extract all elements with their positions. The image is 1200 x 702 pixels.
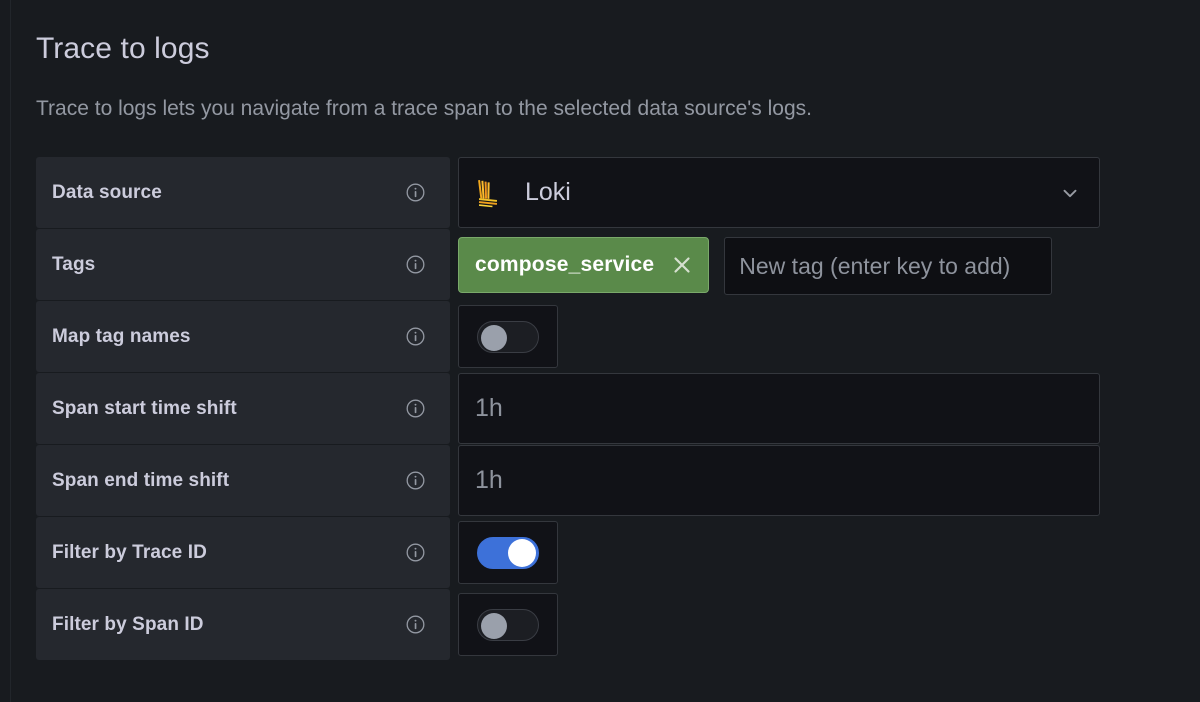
settings-form: Data source Loki Tags compose_service Ne… xyxy=(36,157,1166,660)
info-circle-icon[interactable] xyxy=(405,542,426,563)
toggle-knob xyxy=(481,324,507,351)
row-data-source: Data source Loki xyxy=(36,157,1166,228)
field-span-start-time-shift xyxy=(458,373,1166,444)
toggle-track xyxy=(477,536,539,569)
field-span-end-time-shift xyxy=(458,445,1166,516)
trace-to-logs-settings-page: Trace to logs Trace to logs lets you nav… xyxy=(0,0,1200,702)
label-filter-by-span-id: Filter by Span ID xyxy=(36,589,450,660)
info-circle-icon[interactable] xyxy=(405,182,426,203)
row-filter-by-span-id: Filter by Span ID xyxy=(36,589,1166,660)
label-text-span-end-time-shift: Span end time shift xyxy=(52,469,230,491)
label-span-start-time-shift: Span start time shift xyxy=(36,373,450,444)
row-span-end-time-shift: Span end time shift xyxy=(36,445,1166,516)
info-circle-icon[interactable] xyxy=(405,470,426,491)
label-data-source: Data source xyxy=(36,157,450,228)
toggle-track xyxy=(477,608,539,641)
label-span-end-time-shift: Span end time shift xyxy=(36,445,450,516)
field-tags: compose_service xyxy=(458,229,1166,295)
info-circle-icon[interactable] xyxy=(405,326,426,347)
loki-logo-icon xyxy=(475,178,505,208)
tag-chip-label: compose_service xyxy=(475,253,655,276)
label-text-filter-by-span-id: Filter by Span ID xyxy=(52,613,204,635)
row-map-tag-names: Map tag names xyxy=(36,301,1166,372)
info-circle-icon[interactable] xyxy=(405,254,426,275)
label-map-tag-names: Map tag names xyxy=(36,301,450,372)
field-map-tag-names xyxy=(458,301,1166,368)
label-text-filter-by-trace-id: Filter by Trace ID xyxy=(52,541,207,563)
filter-by-trace-id-toggle[interactable] xyxy=(458,521,558,584)
close-x-icon[interactable] xyxy=(670,253,694,277)
row-span-start-time-shift: Span start time shift xyxy=(36,373,1166,444)
field-filter-by-trace-id xyxy=(458,517,1166,584)
filter-by-span-id-toggle[interactable] xyxy=(458,593,558,656)
settings-content: Trace to logs Trace to logs lets you nav… xyxy=(36,0,1166,661)
data-source-selected-value: Loki xyxy=(525,178,571,206)
page-description: Trace to logs lets you navigate from a t… xyxy=(36,97,812,120)
label-filter-by-trace-id: Filter by Trace ID xyxy=(36,517,450,588)
field-filter-by-span-id xyxy=(458,589,1166,656)
info-circle-icon[interactable] xyxy=(405,398,426,419)
label-text-tags: Tags xyxy=(52,253,96,275)
chevron-down-icon[interactable] xyxy=(1059,182,1081,204)
data-source-select[interactable]: Loki xyxy=(458,157,1100,228)
new-tag-input[interactable] xyxy=(724,237,1053,295)
map-tag-names-toggle[interactable] xyxy=(458,305,558,368)
span-end-time-shift-input[interactable] xyxy=(458,445,1100,516)
label-text-span-start-time-shift: Span start time shift xyxy=(52,397,237,419)
label-text-map-tag-names: Map tag names xyxy=(52,325,191,347)
row-filter-by-trace-id: Filter by Trace ID xyxy=(36,517,1166,588)
page-title: Trace to logs xyxy=(36,32,210,65)
label-text-data-source: Data source xyxy=(52,181,162,203)
span-start-time-shift-input[interactable] xyxy=(458,373,1100,444)
toggle-knob xyxy=(481,612,507,639)
tag-chip[interactable]: compose_service xyxy=(458,237,710,293)
row-tags: Tags compose_service xyxy=(36,229,1166,300)
info-circle-icon[interactable] xyxy=(405,614,426,635)
field-data-source: Loki xyxy=(458,157,1166,228)
left-divider xyxy=(10,0,11,702)
toggle-knob xyxy=(508,538,536,567)
toggle-track xyxy=(477,320,539,353)
label-tags: Tags xyxy=(36,229,450,300)
